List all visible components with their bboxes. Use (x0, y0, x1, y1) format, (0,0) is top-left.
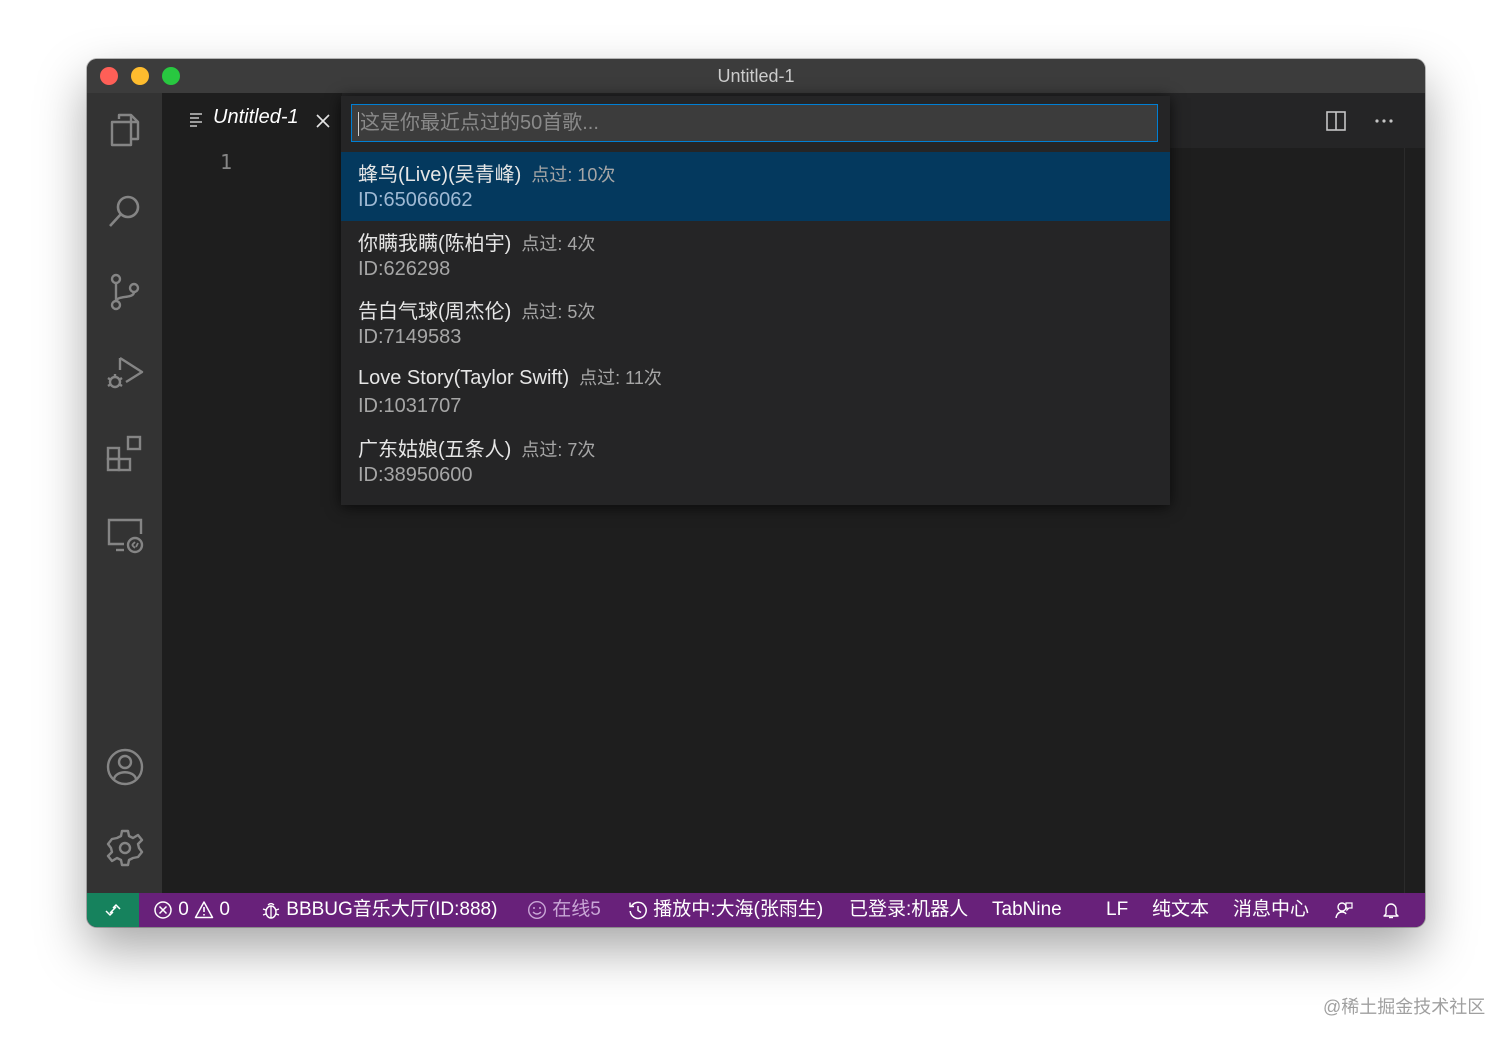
close-icon[interactable] (315, 113, 331, 129)
list-item[interactable]: 广东姑娘(五条人) 点过: 7次 ID:38950600 (341, 427, 1170, 496)
play-count: 点过: 5次 (521, 302, 596, 322)
song-id: ID:38950600 (358, 464, 473, 486)
song-title: 告白气球(周杰伦) (358, 301, 512, 323)
song-title: 蜂鸟(Live)(吴青峰) (358, 164, 522, 186)
notifications-button[interactable] (1381, 893, 1401, 927)
tab-untitled-1[interactable]: Untitled-1 (162, 93, 342, 148)
run-debug-icon[interactable] (104, 352, 146, 394)
now-playing-status[interactable]: 播放中:大海(张雨生) (628, 893, 823, 927)
list-item[interactable]: Love Story(Taylor Swift) 点过: 11次 ID:10317… (341, 358, 1170, 427)
source-control-icon[interactable] (104, 271, 146, 313)
message-center-status[interactable]: 消息中心 (1233, 893, 1309, 927)
smiley-icon (527, 900, 547, 919)
search-icon[interactable] (104, 190, 146, 232)
files-icon[interactable] (104, 109, 146, 151)
minimize-window-button[interactable] (131, 67, 149, 85)
song-id: ID:65066062 (358, 189, 473, 211)
room-label: BBBUG音乐大厅(ID:888) (286, 899, 498, 920)
song-id: ID:626298 (358, 258, 451, 280)
vscode-window: Untitled-1 Untitled-1 1 这是你最近点过的50首歌... … (87, 59, 1425, 927)
remote-icon (105, 903, 121, 917)
list-item[interactable]: 告白气球(周杰伦) 点过: 5次 ID:7149583 (341, 289, 1170, 358)
text-caret (358, 111, 359, 136)
song-title: 广东姑娘(五条人) (358, 439, 512, 461)
maximize-window-button[interactable] (162, 67, 180, 85)
song-title: Love Story(Taylor Swift) (358, 367, 570, 389)
line-number: 1 (220, 150, 233, 174)
song-title: 你瞒我瞒(陈柏宇) (358, 233, 512, 255)
online-status[interactable]: 在线5 (527, 893, 601, 927)
play-count: 点过: 4次 (521, 234, 596, 254)
eol-status[interactable]: LF (1106, 893, 1128, 927)
more-actions-icon[interactable] (1373, 110, 1395, 132)
account-icon[interactable] (104, 746, 146, 788)
song-id: ID:7149583 (358, 326, 462, 348)
error-icon (154, 901, 172, 919)
quick-pick: 这是你最近点过的50首歌... 蜂鸟(Live)(吴青峰) 点过: 10次 ID:… (341, 96, 1170, 505)
bell-icon (1383, 903, 1399, 919)
remote-indicator[interactable] (87, 893, 139, 927)
feedback-icon (1335, 902, 1353, 919)
login-status[interactable]: 已登录:机器人 (849, 893, 968, 927)
editor-scrollbar[interactable] (1404, 148, 1405, 893)
play-count: 点过: 10次 (531, 165, 616, 185)
warning-icon (194, 901, 214, 919)
warning-count: 0 (219, 899, 230, 920)
status-bar: 0 0 BBBUG音乐大厅(ID:888) 在线5 播放中:大海(张雨生) 已登… (87, 893, 1425, 927)
close-window-button[interactable] (100, 67, 118, 85)
title-bar: Untitled-1 (87, 59, 1425, 93)
room-status[interactable]: BBBUG音乐大厅(ID:888) (261, 893, 497, 927)
watermark: @稀土掘金技术社区 (1323, 997, 1486, 1017)
plaintext-file-icon (190, 113, 202, 127)
error-count: 0 (178, 899, 189, 920)
play-count: 点过: 7次 (521, 440, 596, 460)
quick-pick-input[interactable]: 这是你最近点过的50首歌... (351, 104, 1158, 142)
window-title: Untitled-1 (717, 66, 795, 86)
language-status[interactable]: 纯文本 (1152, 893, 1209, 927)
tab-label: Untitled-1 (213, 106, 299, 128)
quick-pick-placeholder: 这是你最近点过的50首歌... (360, 112, 599, 134)
history-icon (629, 901, 647, 920)
now-playing-label: 播放中:大海(张雨生) (653, 899, 824, 920)
feedback-button[interactable] (1334, 893, 1354, 927)
song-id: ID:1031707 (358, 395, 462, 417)
split-editor-icon[interactable] (1325, 110, 1347, 132)
remote-explorer-icon[interactable] (104, 514, 146, 556)
bug-icon (262, 902, 280, 919)
problems-status[interactable]: 0 0 (153, 893, 230, 927)
settings-gear-icon[interactable] (104, 827, 146, 869)
activity-bar (87, 93, 162, 893)
online-label: 在线5 (552, 899, 601, 920)
list-item[interactable]: 你瞒我瞒(陈柏宇) 点过: 4次 ID:626298 (341, 221, 1170, 290)
list-item[interactable]: 蜂鸟(Live)(吴青峰) 点过: 10次 ID:65066062 (341, 152, 1170, 221)
extensions-icon[interactable] (104, 433, 146, 475)
tabnine-status[interactable]: TabNine (992, 893, 1062, 927)
play-count: 点过: 11次 (579, 368, 662, 388)
